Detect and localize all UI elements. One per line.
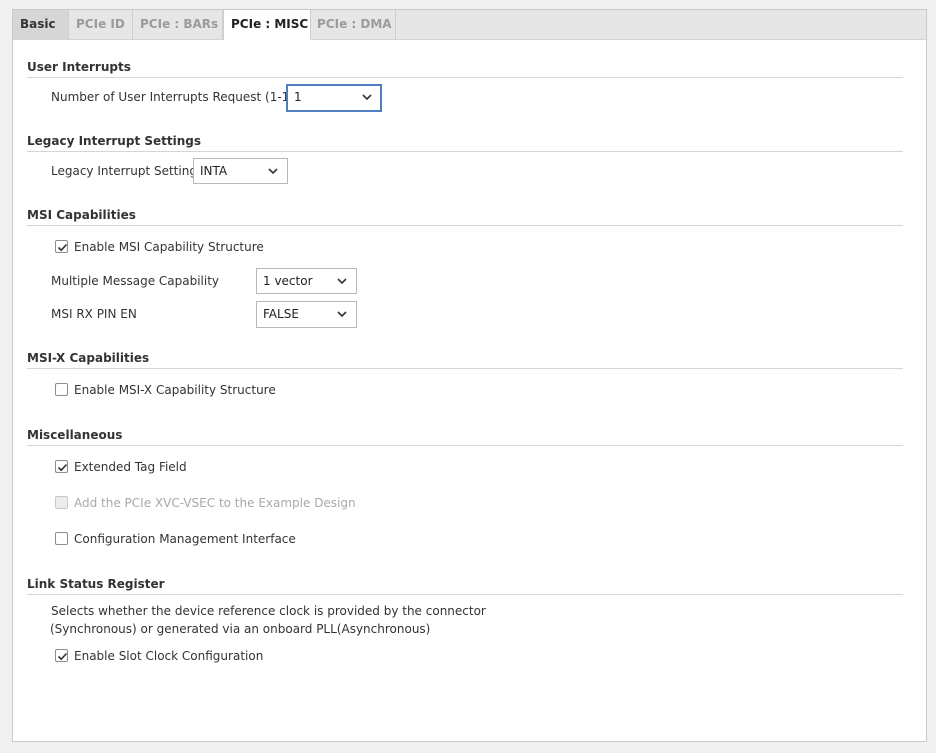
- section-divider: [27, 368, 903, 369]
- xvc-vsec-checkbox: [55, 496, 68, 509]
- cfg-mgmt-label: Configuration Management Interface: [74, 532, 296, 546]
- user-interrupts-request-dropdown[interactable]: 1: [286, 84, 382, 112]
- tab-pcie-misc[interactable]: PCIe : MISC: [223, 10, 311, 41]
- tab-pcie-id[interactable]: PCIe ID: [69, 10, 133, 40]
- chevron-down-icon: [337, 311, 347, 318]
- tab-label: PCIe : MISC: [231, 17, 309, 31]
- multiple-message-capability-label: Multiple Message Capability: [51, 274, 220, 288]
- msi-enable-checkbox[interactable]: [55, 240, 68, 253]
- multiple-message-capability-dropdown[interactable]: 1 vector: [256, 268, 357, 294]
- tab-bar: Basic PCIe ID PCIe : BARs PCIe : MISC PC…: [13, 10, 926, 41]
- tab-basic[interactable]: Basic: [13, 10, 69, 40]
- dropdown-value: INTA: [200, 164, 228, 178]
- section-title-msix: MSI-X Capabilities: [27, 351, 150, 365]
- legacy-interrupt-settings-label: Legacy Interrupt Settings: [51, 164, 204, 178]
- tab-label: PCIe : DMA: [317, 17, 392, 31]
- section-title-legacy-interrupt: Legacy Interrupt Settings: [27, 134, 201, 148]
- tab-pcie-dma[interactable]: PCIe : DMA: [310, 10, 396, 40]
- msix-enable-label: Enable MSI-X Capability Structure: [74, 383, 276, 397]
- section-title-link-status: Link Status Register: [27, 577, 165, 591]
- dropdown-value: 1: [294, 90, 302, 104]
- chevron-down-icon: [268, 168, 278, 175]
- section-divider: [27, 151, 903, 152]
- section-title-miscellaneous: Miscellaneous: [27, 428, 123, 442]
- tab-label: Basic: [20, 17, 56, 31]
- msix-enable-checkbox[interactable]: [55, 383, 68, 396]
- slot-clock-label: Enable Slot Clock Configuration: [74, 649, 264, 663]
- tab-label: PCIe : BARs: [140, 17, 219, 31]
- chevron-down-icon: [337, 278, 347, 285]
- checkmark-icon: [57, 463, 68, 472]
- dropdown-value: FALSE: [263, 307, 299, 321]
- slot-clock-checkbox[interactable]: [55, 649, 68, 662]
- checkmark-icon: [57, 243, 68, 252]
- extended-tag-label: Extended Tag Field: [74, 460, 187, 474]
- legacy-interrupt-settings-dropdown[interactable]: INTA: [193, 158, 288, 184]
- user-interrupts-request-label: Number of User Interrupts Request (1-16): [51, 90, 302, 104]
- section-divider: [27, 77, 903, 78]
- tab-label: PCIe ID: [76, 17, 125, 31]
- xvc-vsec-label: Add the PCIe XVC-VSEC to the Example Des…: [74, 496, 356, 510]
- extended-tag-checkbox[interactable]: [55, 460, 68, 473]
- link-status-description-line2: (Synchronous) or generated via an onboar…: [50, 622, 431, 636]
- section-divider: [27, 445, 903, 446]
- checkmark-icon: [57, 652, 68, 661]
- chevron-down-icon: [362, 94, 372, 101]
- msi-rx-pin-en-label: MSI RX PIN EN: [51, 307, 137, 321]
- section-divider: [27, 594, 903, 595]
- msi-rx-pin-en-dropdown[interactable]: FALSE: [256, 301, 357, 328]
- section-title-user-interrupts: User Interrupts: [27, 60, 131, 74]
- misc-settings-content: User Interrupts Number of User Interrupt…: [13, 40, 926, 741]
- tab-pcie-bars[interactable]: PCIe : BARs: [133, 10, 223, 40]
- section-title-msi: MSI Capabilities: [27, 208, 136, 222]
- section-divider: [27, 225, 903, 226]
- msi-enable-label: Enable MSI Capability Structure: [74, 240, 264, 254]
- ip-customization-panel: Basic PCIe ID PCIe : BARs PCIe : MISC PC…: [12, 9, 927, 742]
- cfg-mgmt-checkbox[interactable]: [55, 532, 68, 545]
- dropdown-value: 1 vector: [263, 274, 313, 288]
- link-status-description-line1: Selects whether the device reference clo…: [51, 604, 486, 618]
